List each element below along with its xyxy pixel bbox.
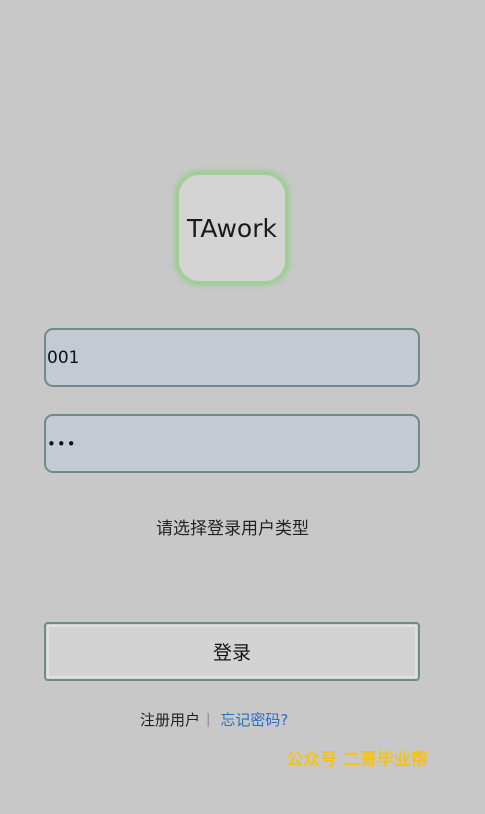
forgot-password-link[interactable]: 忘记密码? (220, 709, 288, 730)
link-separator: | (206, 712, 211, 727)
app-logo-text: TAwork (187, 213, 277, 243)
user-type-prompt[interactable]: 请选择登录用户类型 (156, 519, 309, 539)
register-link[interactable]: 注册用户 (140, 709, 200, 730)
login-button-label: 登录 (212, 642, 251, 664)
user-type-selector[interactable]: 请选择登录用户类型 (0, 514, 465, 539)
watermark-text: 公众号 二哥毕业帮 (286, 750, 428, 770)
login-button[interactable]: 登录 (44, 622, 420, 681)
password-input[interactable] (46, 416, 418, 471)
app-logo: TAwork (177, 173, 287, 283)
username-input[interactable] (46, 330, 418, 385)
username-field[interactable] (44, 328, 420, 387)
password-field[interactable] (44, 414, 420, 473)
footer-links: 注册用户 | 忘记密码? (140, 709, 288, 730)
